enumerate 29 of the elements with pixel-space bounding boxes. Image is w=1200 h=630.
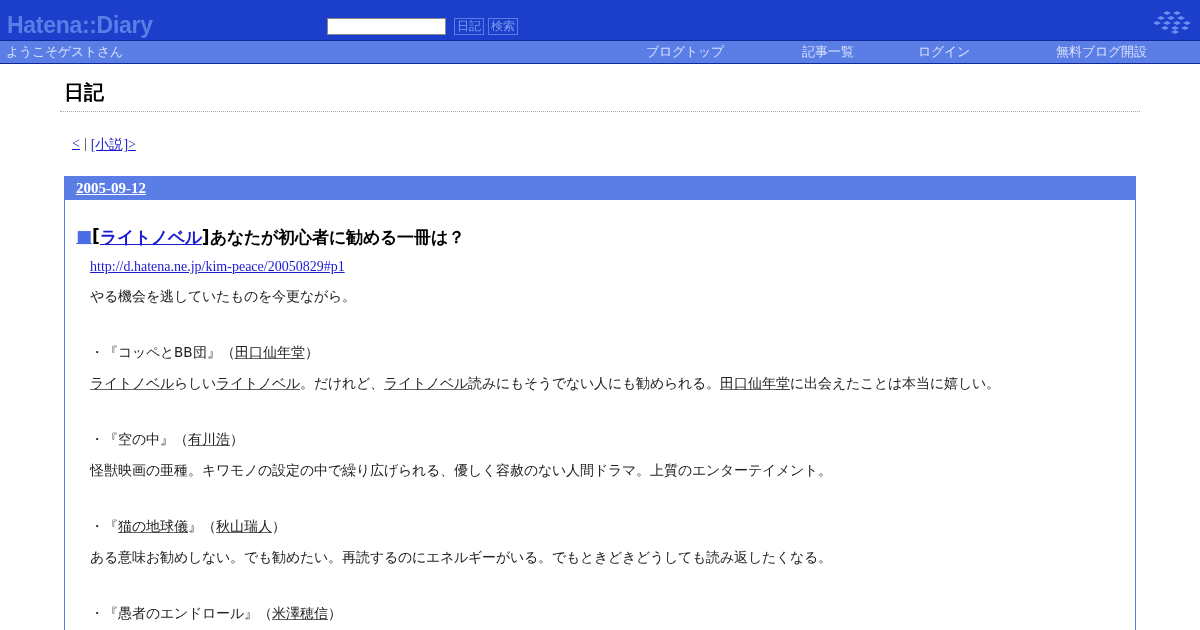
keyword-link[interactable]: 田口仙年堂	[720, 375, 790, 391]
paragraph: 怪獣映画の亜種。キワモノの設定の中で繰り広げられる、優しく容赦のない人間ドラマ。上質のエンターテイメント。	[90, 461, 833, 480]
keyword-link[interactable]: 猫の地球儀	[118, 518, 188, 534]
book-line: ・『猫の地球儀』（秋山瑞人）	[90, 517, 287, 536]
next-link[interactable]: [小説]>	[90, 136, 136, 154]
bracket-text: [	[92, 226, 100, 248]
keyword-link[interactable]: 秋山瑞人	[216, 518, 272, 534]
paragraph: ある意味お勧めしない。でも勧めたい。再読するのにエネルギーがいる。でもときどきどうしても読み返したくなる。	[90, 548, 833, 567]
category-link[interactable]: ライトノベル	[99, 226, 202, 249]
prev-link[interactable]: <	[72, 136, 80, 154]
keyword-link[interactable]: ライトノベル	[216, 375, 300, 391]
keyword-link[interactable]: 田口仙年堂	[234, 344, 305, 360]
keyword-link[interactable]: ライトノベル	[384, 375, 468, 391]
book-line: ・『愚者のエンドロール』（米澤穂信）	[90, 604, 343, 623]
book-line: ・『コッペとBB団』（田口仙年堂）	[90, 343, 320, 362]
paragraph: やる機会を逃していたものを今更ながら。	[90, 287, 357, 306]
url-link[interactable]: http://d.hatena.ne.jp/kim-peace/20050829#p1	[90, 259, 345, 275]
welcome-text: ようこそゲストさん	[6, 43, 124, 61]
search-field[interactable]	[327, 18, 446, 35]
book-line: ・『空の中』（有川浩）	[90, 430, 245, 449]
keyword-link[interactable]: 有川浩	[188, 431, 230, 447]
date-link[interactable]: 2005-09-12	[76, 180, 146, 197]
section-title: ]あなたが初心者に勧める一冊は？	[201, 226, 465, 249]
diary-title: 日記	[60, 79, 1140, 112]
pager-separator: |	[83, 136, 87, 153]
keyword-link[interactable]: 米澤穂信	[272, 605, 328, 621]
section-anchor-link[interactable]: ■	[76, 226, 93, 249]
paragraph: ライトノベルらしいライトノベル。だけれど、ライトノベル読みにもそうでない人にも勧められる。田口仙年堂に出会えたことは本当に嬉しい。	[90, 374, 1001, 393]
keyword-link[interactable]: ライトノベル	[90, 375, 174, 391]
